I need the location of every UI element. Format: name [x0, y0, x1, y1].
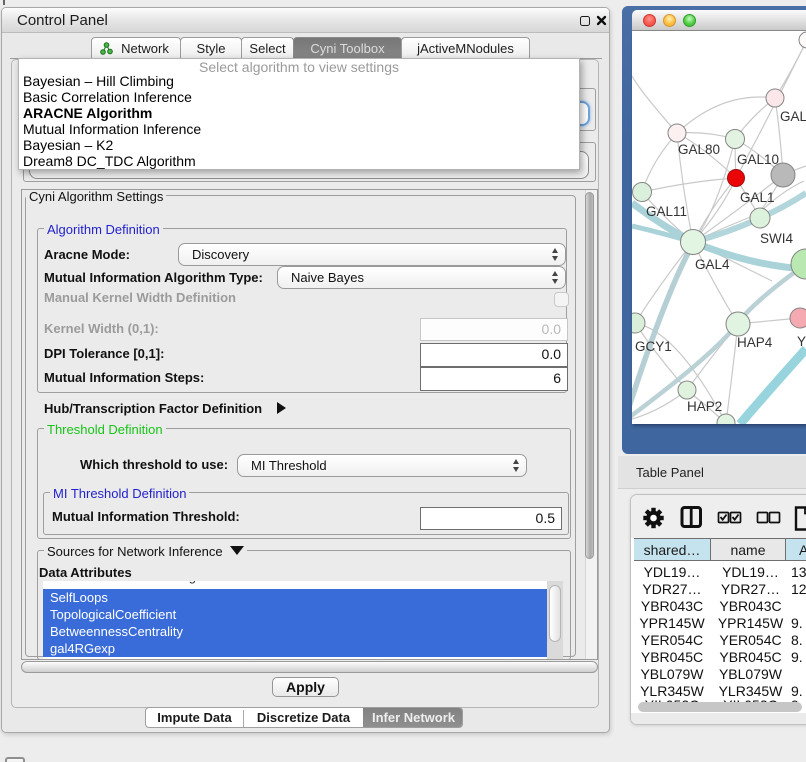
svg-text:HAP4: HAP4	[737, 335, 773, 350]
svg-text:GAL7: GAL7	[780, 109, 806, 124]
svg-text:GAL11: GAL11	[646, 204, 687, 219]
svg-text:SWI4: SWI4	[760, 231, 793, 246]
svg-text:HAP2: HAP2	[687, 399, 722, 414]
svg-text:GCY1: GCY1	[635, 339, 672, 354]
svg-text:GAL80: GAL80	[678, 142, 720, 157]
svg-text:GAL1: GAL1	[740, 190, 775, 205]
svg-text:GAL4: GAL4	[695, 257, 730, 272]
svg-text:Y: Y	[797, 334, 806, 349]
svg-text:GAL10: GAL10	[737, 152, 779, 167]
